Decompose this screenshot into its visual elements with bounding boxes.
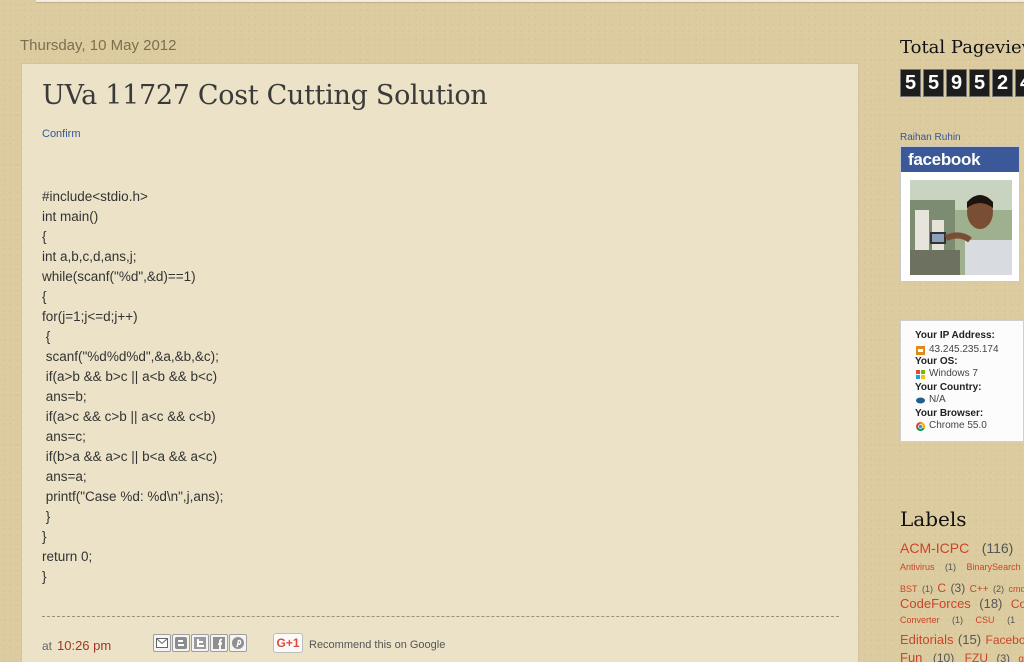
label-count: (15) bbox=[957, 632, 982, 647]
label-link[interactable]: Cod bbox=[1011, 597, 1024, 611]
ip-icon bbox=[916, 346, 925, 355]
country-label: Your Country: bbox=[915, 382, 982, 393]
post-footer: at 10:26 pm G+1 Recommend this on Google bbox=[42, 633, 842, 657]
code-line: } bbox=[42, 529, 47, 544]
counter-digit: 5 bbox=[969, 69, 990, 97]
facebook-badge[interactable]: facebook bbox=[900, 146, 1020, 282]
counter-digit: 4 bbox=[1015, 69, 1024, 97]
post-timestamp-link[interactable]: 10:26 pm bbox=[57, 638, 111, 653]
code-line: ans=c; bbox=[42, 429, 86, 444]
labels-title: Labels bbox=[900, 507, 967, 531]
counter-digit: 5 bbox=[900, 69, 921, 97]
code-line: if(a>b && b>c || a<b && b<c) bbox=[42, 369, 218, 384]
label-link[interactable]: Converter bbox=[900, 615, 940, 625]
label-count: (1) bbox=[952, 615, 964, 625]
code-line: int a,b,c,d,ans,j; bbox=[42, 249, 137, 264]
label-link[interactable]: Editorials bbox=[900, 632, 953, 647]
ip-address-label: Your IP Address: bbox=[915, 330, 995, 341]
label-link[interactable]: C bbox=[937, 581, 946, 595]
blogger-icon[interactable] bbox=[172, 634, 190, 652]
label-link[interactable]: C++ bbox=[970, 584, 989, 595]
chrome-icon bbox=[916, 422, 925, 431]
label-count: (3) bbox=[950, 581, 966, 595]
pageviews-counter: 559524 bbox=[900, 69, 1024, 97]
visitor-info-widget: Your IP Address: 43.245.235.174 Your OS:… bbox=[900, 320, 1024, 442]
ip-address-value: 43.245.235.174 bbox=[929, 344, 999, 355]
label-count: (10) bbox=[932, 651, 955, 662]
code-line: ans=b; bbox=[42, 389, 87, 404]
code-line: { bbox=[42, 229, 47, 244]
label-link[interactable]: Fun bbox=[900, 650, 922, 662]
recommend-text: Recommend this on Google bbox=[309, 639, 446, 651]
os-label: Your OS: bbox=[915, 356, 958, 367]
label-count: (18) bbox=[979, 596, 1003, 611]
browser-value: Chrome 55.0 bbox=[929, 420, 987, 431]
code-line: if(b>a && a>c || b<a && a<c) bbox=[42, 449, 218, 464]
label-link[interactable]: Facebook bbox=[986, 633, 1024, 647]
counter-digit: 9 bbox=[946, 69, 967, 97]
label-link[interactable]: FZU bbox=[965, 651, 988, 662]
label-count: (116) bbox=[981, 540, 1014, 556]
post-footer-divider bbox=[42, 616, 839, 617]
share-buttons bbox=[153, 634, 248, 652]
twitter-icon[interactable] bbox=[191, 634, 209, 652]
label-count: (1 bbox=[1007, 615, 1016, 625]
code-line: { bbox=[42, 329, 51, 344]
country-value: N/A bbox=[929, 394, 946, 405]
blog-post: UVa 11727 Cost Cutting Solution Confirm … bbox=[21, 63, 859, 662]
facebook-icon[interactable] bbox=[210, 634, 228, 652]
label-count: (2) bbox=[993, 584, 1005, 594]
code-line: #include<stdio.h> bbox=[42, 189, 148, 204]
code-block: #include<stdio.h> int main() { int a,b,c,d,… bbox=[42, 187, 223, 587]
sidebar: Total Pageviews 559524 Raihan Ruhin face… bbox=[900, 0, 1024, 662]
label-link[interactable]: ACM-ICPC bbox=[900, 540, 969, 556]
windows-icon bbox=[916, 370, 925, 379]
code-line: int main() bbox=[42, 209, 99, 224]
code-line: if(a>c && c>b || a<c && c<b) bbox=[42, 409, 216, 424]
profile-photo bbox=[910, 180, 1012, 275]
google-plus-one-button[interactable]: G+1 bbox=[273, 633, 303, 653]
code-line: } bbox=[42, 569, 47, 584]
code-line: printf("Case %d: %d\n",j,ans); bbox=[42, 489, 224, 504]
label-count: (1) bbox=[921, 584, 933, 594]
date-header: Thursday, 10 May 2012 bbox=[20, 37, 177, 54]
browser-label: Your Browser: bbox=[915, 408, 984, 419]
confirm-link[interactable]: Confirm bbox=[42, 128, 81, 140]
label-count: (3) bbox=[996, 653, 1010, 662]
counter-digit: 5 bbox=[923, 69, 944, 97]
pageviews-title: Total Pageviews bbox=[900, 37, 1024, 58]
facebook-profile-name[interactable]: Raihan Ruhin bbox=[900, 132, 961, 143]
label-link[interactable]: gc bbox=[1018, 654, 1024, 662]
email-icon[interactable] bbox=[153, 634, 171, 652]
code-line: { bbox=[42, 289, 47, 304]
label-count: (1) bbox=[945, 562, 957, 572]
country-flag-icon bbox=[916, 397, 925, 404]
posted-at-label: at bbox=[42, 639, 53, 653]
label-link[interactable]: cmd bbox=[1008, 584, 1024, 594]
counter-digit: 2 bbox=[992, 69, 1013, 97]
label-link[interactable]: BST bbox=[900, 584, 918, 594]
top-navbar-strip bbox=[36, 0, 1024, 3]
code-line: } bbox=[42, 509, 51, 524]
code-line: for(j=1;j<=d;j++) bbox=[42, 309, 138, 324]
label-link[interactable]: BinarySearch bbox=[967, 562, 1021, 572]
pinterest-icon[interactable] bbox=[229, 634, 247, 652]
facebook-badge-header: facebook bbox=[901, 147, 1019, 172]
label-link[interactable]: CSU bbox=[976, 615, 995, 625]
os-value: Windows 7 bbox=[929, 368, 978, 379]
label-link[interactable]: Antivirus bbox=[900, 562, 935, 572]
code-line: while(scanf("%d",&d)==1) bbox=[42, 269, 196, 284]
code-line: return 0; bbox=[42, 549, 93, 564]
code-line: scanf("%d%d%d",&a,&b,&c); bbox=[42, 349, 219, 364]
post-title[interactable]: UVa 11727 Cost Cutting Solution bbox=[42, 80, 488, 111]
code-line: ans=a; bbox=[42, 469, 87, 484]
label-link[interactable]: CodeForces bbox=[900, 596, 971, 611]
